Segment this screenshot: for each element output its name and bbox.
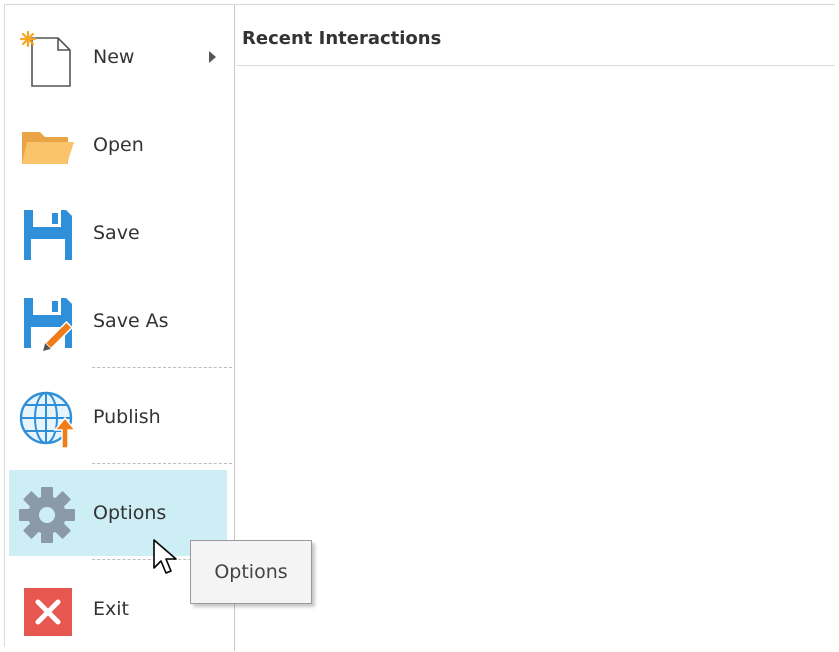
menu-item-save[interactable]: Save (9, 190, 227, 276)
menu-separator (92, 367, 232, 368)
menu-item-label: Publish (93, 406, 161, 428)
gear-icon (18, 486, 76, 544)
menu-separator (92, 463, 232, 464)
menu-item-publish[interactable]: Publish (9, 374, 227, 460)
menu-item-label: Save (93, 222, 140, 244)
menu-item-label: Save As (93, 310, 169, 332)
recent-header-divider (236, 65, 835, 66)
recent-interactions-title: Recent Interactions (242, 28, 442, 49)
menu-item-label: Open (93, 134, 144, 156)
floppy-disk-pencil-icon (18, 294, 76, 352)
menu-item-label: New (93, 46, 135, 68)
menu-item-new[interactable]: New (9, 14, 227, 100)
menu-item-open[interactable]: Open (9, 102, 227, 188)
menu-item-save-as[interactable]: Save As (9, 278, 227, 364)
submenu-arrow-icon (209, 51, 216, 63)
mouse-cursor-icon (152, 538, 180, 578)
folder-icon (18, 118, 76, 176)
new-document-icon (18, 30, 76, 88)
close-icon (18, 582, 76, 640)
menu-item-label: Exit (93, 598, 129, 620)
globe-upload-icon (18, 390, 77, 449)
floppy-disk-icon (18, 206, 76, 264)
options-tooltip: Options (190, 540, 312, 604)
